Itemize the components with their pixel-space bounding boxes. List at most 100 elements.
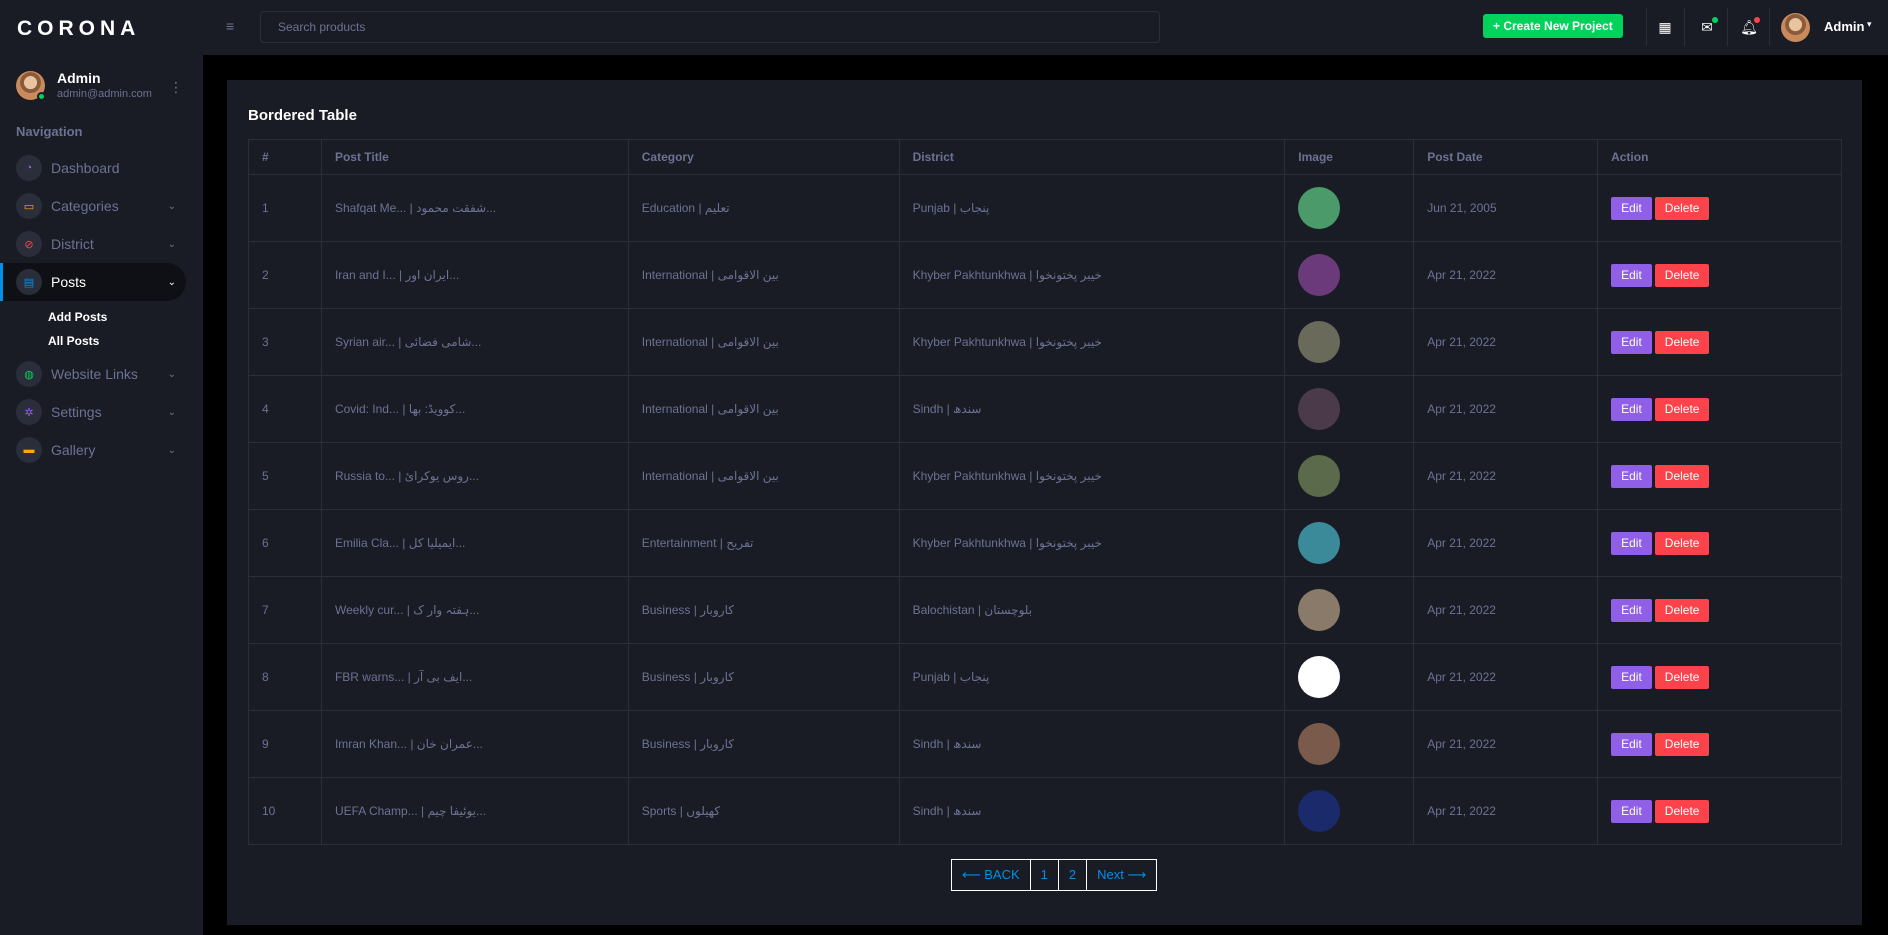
post-thumbnail[interactable] <box>1298 723 1341 765</box>
posts-submenu: Add Posts All Posts <box>0 301 203 355</box>
column-header: Category <box>627 139 900 175</box>
cell-category: International | بین الاقوامی <box>627 442 900 510</box>
sidebar-item-district[interactable]: ⊘ District ⌄ <box>0 225 186 263</box>
edit-button[interactable]: Edit <box>1611 799 1652 823</box>
post-thumbnail[interactable] <box>1298 455 1341 497</box>
document-icon: ▤ <box>16 269 42 295</box>
caret-down-icon[interactable]: ▾ <box>1867 19 1872 30</box>
table-header-row: # Post Title Category District Image Pos… <box>248 139 1842 175</box>
cell-category: International | بین الاقوامی <box>627 308 900 376</box>
kebab-menu-icon[interactable]: ⋮ <box>169 79 183 96</box>
cell-post-date: Apr 21, 2022 <box>1413 710 1599 778</box>
mail-icon[interactable]: ✉ <box>1693 13 1721 41</box>
cell-actions: Edit Delete <box>1597 375 1842 443</box>
cell-image <box>1284 643 1415 711</box>
post-thumbnail[interactable] <box>1298 388 1341 430</box>
chat-icon: ▬ <box>16 437 42 463</box>
post-thumbnail[interactable] <box>1298 790 1341 832</box>
cell-category: Business | کاروبار <box>627 576 900 644</box>
chevron-down-icon: ⌄ <box>167 406 176 418</box>
delete-button[interactable]: Delete <box>1654 330 1710 354</box>
divider <box>1727 8 1728 46</box>
delete-button[interactable]: Delete <box>1654 397 1710 421</box>
delete-button[interactable]: Delete <box>1654 464 1710 488</box>
post-thumbnail[interactable] <box>1298 589 1341 631</box>
cell-actions: Edit Delete <box>1597 174 1842 242</box>
mail-badge <box>1712 17 1718 23</box>
sidebar-item-label: Posts <box>51 274 87 290</box>
cell-actions: Edit Delete <box>1597 643 1842 711</box>
cell-image <box>1284 308 1415 376</box>
avatar[interactable] <box>1781 13 1810 42</box>
create-new-project-button[interactable]: + Create New Project <box>1483 14 1623 38</box>
column-header: Image <box>1284 139 1415 175</box>
hamburger-menu-icon[interactable]: ≡ <box>226 18 234 34</box>
grid-icon[interactable]: ▦ <box>1651 13 1679 41</box>
topbar: ≡ + Create New Project ▦ ✉ 🔔︎ Admin ▾ <box>203 0 1888 55</box>
edit-button[interactable]: Edit <box>1611 598 1652 622</box>
sidebar-item-categories[interactable]: ▭ Categories ⌄ <box>0 187 186 225</box>
cell-post-title: UEFA Champ... | یوئیفا چیم... <box>320 777 629 845</box>
sidebar-item-website-links[interactable]: ◍ Website Links ⌄ <box>0 355 186 393</box>
delete-button[interactable]: Delete <box>1654 665 1710 689</box>
cell-district: Khyber Pakhtunkhwa | خیبر پختونخوا <box>898 442 1286 510</box>
sidebar-item-gallery[interactable]: ▬ Gallery ⌄ <box>0 431 186 469</box>
cell-post-title: Imran Khan... | عمران خان... <box>320 710 629 778</box>
edit-button[interactable]: Edit <box>1611 531 1652 555</box>
avatar[interactable] <box>16 70 46 101</box>
pagination-page-2[interactable]: 2 <box>1057 859 1088 891</box>
pagination-next[interactable]: Next ⟶ <box>1086 859 1158 891</box>
submenu-item-add-posts[interactable]: Add Posts <box>48 305 203 329</box>
post-thumbnail[interactable] <box>1298 254 1341 296</box>
posts-table: # Post Title Category District Image Pos… <box>248 139 1842 845</box>
cell-post-title: Weekly cur... | ہفتہ وار ک... <box>320 576 629 644</box>
user-menu-label[interactable]: Admin <box>1824 19 1864 34</box>
cell-post-title: Shafqat Me... | شفقت محمود... <box>320 174 629 242</box>
edit-button[interactable]: Edit <box>1611 464 1652 488</box>
cell-number: 1 <box>248 174 322 242</box>
edit-button[interactable]: Edit <box>1611 330 1652 354</box>
submenu-item-all-posts[interactable]: All Posts <box>48 329 203 353</box>
pagination-back[interactable]: ⟵ BACK <box>951 859 1031 891</box>
search-input[interactable] <box>260 11 1160 43</box>
sidebar-item-label: Gallery <box>51 442 96 458</box>
edit-button[interactable]: Edit <box>1611 732 1652 756</box>
edit-button[interactable]: Edit <box>1611 263 1652 287</box>
cell-post-date: Apr 21, 2022 <box>1413 509 1599 577</box>
table-row: 7 Weekly cur... | ہفتہ وار ک... Business |… <box>248 576 1842 644</box>
sidebar-profile: Admin admin@admin.com ⋮ <box>0 57 203 107</box>
delete-button[interactable]: Delete <box>1654 196 1710 220</box>
cell-image <box>1284 777 1415 845</box>
post-thumbnail[interactable] <box>1298 522 1341 564</box>
pagination-page-1[interactable]: 1 <box>1029 859 1059 891</box>
chevron-down-icon: ⌄ <box>167 368 176 380</box>
post-thumbnail[interactable] <box>1298 187 1341 229</box>
table-row: 6 Emilia Cla... | ایمیلیا کل... Entertainm… <box>248 509 1842 577</box>
cell-number: 3 <box>248 308 322 376</box>
cell-image <box>1284 710 1415 778</box>
post-thumbnail[interactable] <box>1298 321 1341 363</box>
table-row: 10 UEFA Champ... | یوئیفا چیم... Sports | … <box>248 777 1842 845</box>
edit-button[interactable]: Edit <box>1611 665 1652 689</box>
cell-post-date: Jun 21, 2005 <box>1413 174 1599 242</box>
sidebar-item-label: Settings <box>51 404 102 420</box>
bell-icon[interactable]: 🔔︎ <box>1735 13 1763 41</box>
speedometer-icon: ◔ <box>16 155 42 181</box>
column-header: # <box>248 139 322 175</box>
delete-button[interactable]: Delete <box>1654 799 1710 823</box>
table-row: 8 FBR warns... | ایف بی آر... Business | ک… <box>248 643 1842 711</box>
edit-button[interactable]: Edit <box>1611 196 1652 220</box>
brand-logo[interactable]: CORONA <box>0 0 203 57</box>
profile-email: admin@admin.com <box>57 88 152 100</box>
sidebar-item-settings[interactable]: ✲ Settings ⌄ <box>0 393 186 431</box>
delete-button[interactable]: Delete <box>1654 598 1710 622</box>
sidebar-item-dashboard[interactable]: ◔ Dashboard <box>0 149 186 187</box>
table-row: 3 Syrian air... | شامی فضائی... Internatio… <box>248 308 1842 376</box>
cell-post-title: FBR warns... | ایف بی آر... <box>320 643 629 711</box>
post-thumbnail[interactable] <box>1298 656 1341 698</box>
delete-button[interactable]: Delete <box>1654 732 1710 756</box>
sidebar-item-posts[interactable]: ▤ Posts ⌄ <box>0 263 186 301</box>
edit-button[interactable]: Edit <box>1611 397 1652 421</box>
delete-button[interactable]: Delete <box>1654 263 1710 287</box>
delete-button[interactable]: Delete <box>1654 531 1710 555</box>
